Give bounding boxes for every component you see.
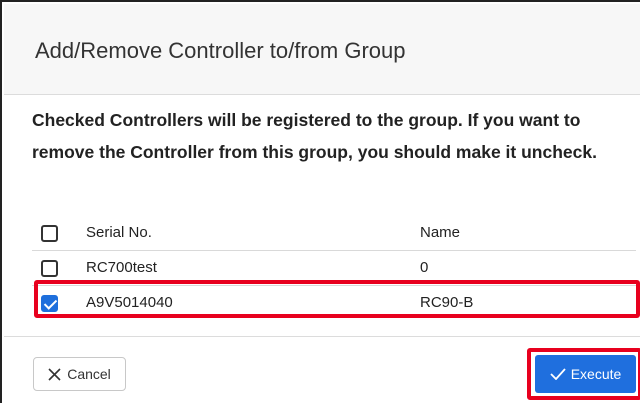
dialog-title: Add/Remove Controller to/from Group	[35, 38, 406, 63]
serial-cell: A9V5014040	[86, 294, 173, 311]
table-row[interactable]: A9V5014040 RC90-B	[32, 286, 636, 320]
dialog-header: Add/Remove Controller to/from Group	[4, 4, 640, 95]
execute-button[interactable]: Execute	[535, 355, 636, 393]
select-all-checkbox[interactable]	[41, 225, 58, 242]
serial-cell: RC700test	[86, 259, 157, 276]
footer-divider	[4, 336, 640, 337]
row-checkbox-checked[interactable]	[41, 295, 58, 312]
column-header-name: Name	[420, 224, 461, 241]
execute-label: Execute	[570, 366, 622, 382]
table-row[interactable]: RC700test 0	[32, 251, 636, 286]
controller-table: Serial No. Name RC700test 0 A9V5014040 R…	[32, 216, 636, 320]
name-cell: 0	[420, 259, 429, 276]
controller-group-dialog: Add/Remove Controller to/from Group Chec…	[0, 0, 640, 403]
check-icon	[550, 368, 566, 380]
cancel-button[interactable]: Cancel	[33, 357, 126, 391]
cancel-label: Cancel	[67, 366, 111, 382]
column-header-serial: Serial No.	[86, 224, 152, 241]
name-cell: RC90-B	[420, 294, 474, 311]
instruction-message: Checked Controllers will be registered t…	[32, 110, 597, 162]
close-icon	[48, 367, 61, 381]
table-header-row: Serial No. Name	[32, 216, 636, 251]
row-checkbox[interactable]	[41, 260, 58, 277]
